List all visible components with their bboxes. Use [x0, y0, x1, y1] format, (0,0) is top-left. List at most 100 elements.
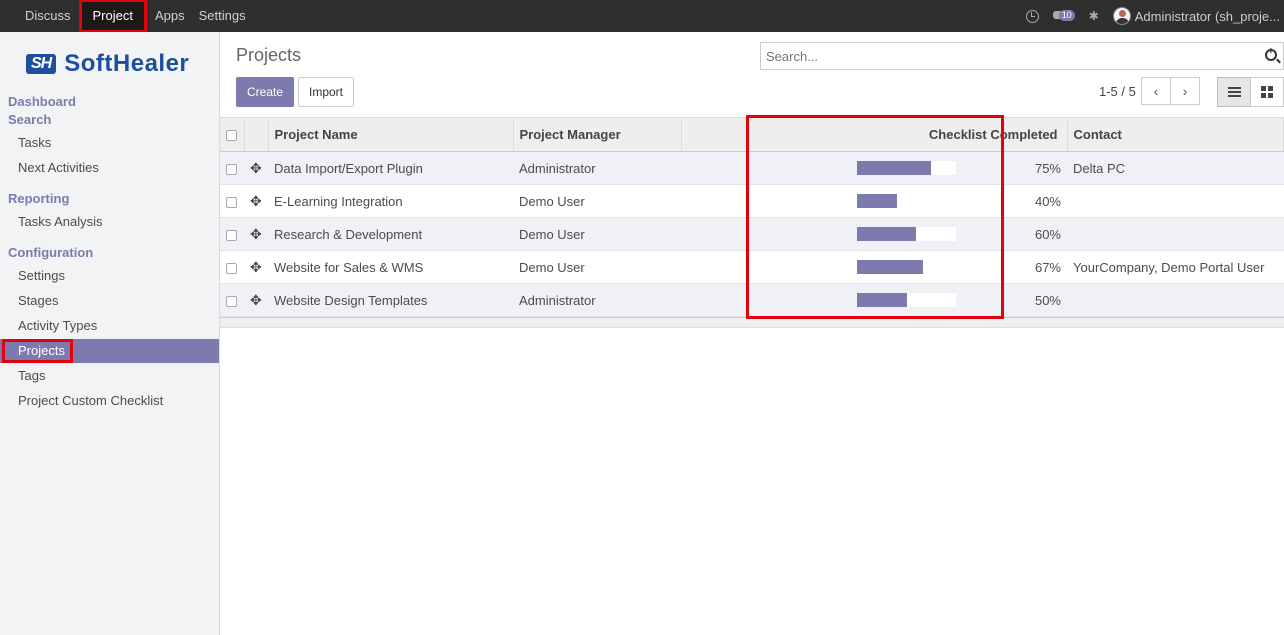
sidebar-item-projects[interactable]: Projects	[0, 339, 219, 363]
project-name-cell[interactable]: Research & Development	[268, 217, 513, 251]
select-all-cell	[220, 117, 245, 152]
row-handle-cell: ✥	[244, 184, 268, 218]
table-row[interactable]: ✥ Website Design Templates Administrator 50…	[220, 283, 1284, 317]
import-button[interactable]: Import	[298, 77, 354, 107]
column-header-project-manager[interactable]: Project Manager	[513, 117, 682, 152]
column-header-project-name[interactable]: Project Name	[268, 117, 514, 152]
select-all-checkbox[interactable]	[226, 130, 237, 142]
table-row[interactable]: ✥ Research & Development Demo User 60%	[220, 217, 1284, 251]
project-name-cell[interactable]: Website Design Templates	[268, 283, 513, 317]
drag-handle-icon[interactable]: ✥	[250, 160, 262, 176]
column-header-contact[interactable]: Contact	[1067, 117, 1284, 152]
row-checkbox[interactable]	[226, 163, 237, 175]
table-row[interactable]: ✥ E-Learning Integration Demo User 40%	[220, 184, 1284, 218]
table-footer	[220, 317, 1284, 328]
table-header-row: Project Name Project Manager Checklist C…	[220, 117, 1284, 152]
page-title: Projects	[236, 45, 302, 65]
contact-cell[interactable]	[1067, 217, 1284, 251]
spacer-cell	[681, 184, 747, 218]
checklist-progress-bar	[857, 260, 956, 274]
menu-settings[interactable]: Settings	[192, 0, 253, 32]
sidebar-item-custom-checklist[interactable]: Project Custom Checklist	[0, 389, 219, 413]
logo-name: SoftHealer	[64, 50, 190, 77]
sidebar-item-activity-types[interactable]: Activity Types	[0, 314, 219, 338]
search-box	[760, 42, 1284, 70]
create-button[interactable]: Create	[236, 77, 294, 107]
column-header-checklist-completed[interactable]: Checklist Completed	[747, 117, 1068, 152]
sidebar-item-tags[interactable]: Tags	[0, 364, 219, 388]
top-navbar: Discuss Project Apps Settings 10 ✱ Admin…	[0, 0, 1284, 33]
project-name-cell[interactable]: Website for Sales & WMS	[268, 250, 513, 284]
row-checkbox[interactable]	[226, 262, 237, 274]
contact-cell[interactable]: Delta PC	[1067, 151, 1284, 185]
project-name-cell[interactable]: E-Learning Integration	[268, 184, 513, 218]
project-name-cell[interactable]: Data Import/Export Plugin	[268, 151, 513, 185]
sidebar-section-reporting[interactable]: Reporting	[8, 191, 69, 206]
project-manager-cell[interactable]: Administrator	[513, 283, 681, 317]
checklist-percent: 75%	[1034, 160, 1061, 176]
checklist-cell[interactable]: 60%	[747, 217, 1067, 251]
sidebar-item-tasks[interactable]: Tasks	[0, 131, 219, 155]
menu-project[interactable]: Project	[78, 0, 147, 33]
debug-bug-icon[interactable]: ✱	[1089, 9, 1099, 23]
contact-cell[interactable]	[1067, 283, 1284, 317]
kanban-icon	[1261, 86, 1273, 98]
contact-cell[interactable]	[1067, 184, 1284, 218]
menu-discuss[interactable]: Discuss	[18, 0, 78, 32]
menu-apps[interactable]: Apps	[148, 0, 192, 32]
row-select-cell	[220, 217, 244, 251]
checklist-progress-fill	[857, 161, 932, 175]
checklist-cell[interactable]: 50%	[747, 283, 1067, 317]
spacer-cell	[681, 217, 747, 251]
sidebar-item-next-activities[interactable]: Next Activities	[0, 156, 219, 180]
project-manager-cell[interactable]: Demo User	[513, 184, 681, 218]
checklist-progress-fill	[857, 227, 917, 241]
user-menu[interactable]: Administrator (sh_proje...	[1112, 7, 1280, 25]
search-icon[interactable]	[1265, 46, 1277, 61]
pager-previous-button[interactable]: ‹	[1141, 77, 1171, 105]
projects-table: Project Name Project Manager Checklist C…	[220, 117, 1284, 317]
checklist-cell[interactable]: 67%	[747, 250, 1067, 284]
kanban-view-button[interactable]	[1250, 77, 1284, 107]
row-handle-cell: ✥	[244, 250, 268, 284]
pager-next-button[interactable]: ›	[1170, 77, 1200, 105]
contact-cell[interactable]: YourCompany, Demo Portal User	[1067, 250, 1284, 284]
row-checkbox[interactable]	[226, 196, 237, 208]
activity-clock-icon[interactable]	[1025, 9, 1039, 23]
drag-handle-icon[interactable]: ✥	[250, 259, 262, 275]
logo-mark: SH	[26, 54, 57, 74]
checklist-progress-bar	[857, 227, 956, 241]
sidebar-section-configuration[interactable]: Configuration	[8, 245, 93, 260]
checklist-cell[interactable]: 40%	[747, 184, 1067, 218]
app-menu: Discuss Project Apps Settings	[18, 0, 253, 33]
row-checkbox[interactable]	[226, 229, 237, 241]
sidebar-section-search[interactable]: Search	[8, 112, 51, 127]
sidebar-item-tasks-analysis[interactable]: Tasks Analysis	[0, 210, 219, 234]
checklist-percent: 67%	[1034, 259, 1061, 275]
pager-value[interactable]: 1-5 / 5	[1099, 84, 1136, 99]
chevron-right-icon: ›	[1182, 83, 1188, 99]
drag-handle-icon[interactable]: ✥	[250, 292, 262, 308]
checklist-progress-fill	[857, 293, 907, 307]
table-row[interactable]: ✥ Website for Sales & WMS Demo User 67% Your…	[220, 250, 1284, 284]
chevron-left-icon: ‹	[1153, 83, 1159, 99]
drag-handle-icon[interactable]: ✥	[250, 193, 262, 209]
column-header-spacer	[681, 117, 748, 152]
sidebar-section-dashboard[interactable]: Dashboard	[8, 94, 76, 109]
company-logo: SH SoftHealer	[26, 50, 189, 78]
search-input[interactable]	[761, 43, 1241, 69]
row-checkbox[interactable]	[226, 295, 237, 307]
list-view-button[interactable]	[1217, 77, 1251, 107]
drag-handle-icon[interactable]: ✥	[250, 226, 262, 242]
checklist-progress-bar	[857, 194, 956, 208]
spacer-cell	[681, 250, 747, 284]
sidebar-item-stages[interactable]: Stages	[0, 289, 219, 313]
row-handle-cell: ✥	[244, 283, 268, 317]
sidebar-item-settings[interactable]: Settings	[0, 264, 219, 288]
checklist-cell[interactable]: 75%	[747, 151, 1067, 185]
messages-icon[interactable]: 10	[1052, 9, 1075, 23]
project-manager-cell[interactable]: Demo User	[513, 250, 681, 284]
table-row[interactable]: ✥ Data Import/Export Plugin Administrator 7…	[220, 151, 1284, 185]
project-manager-cell[interactable]: Demo User	[513, 217, 681, 251]
project-manager-cell[interactable]: Administrator	[513, 151, 681, 185]
